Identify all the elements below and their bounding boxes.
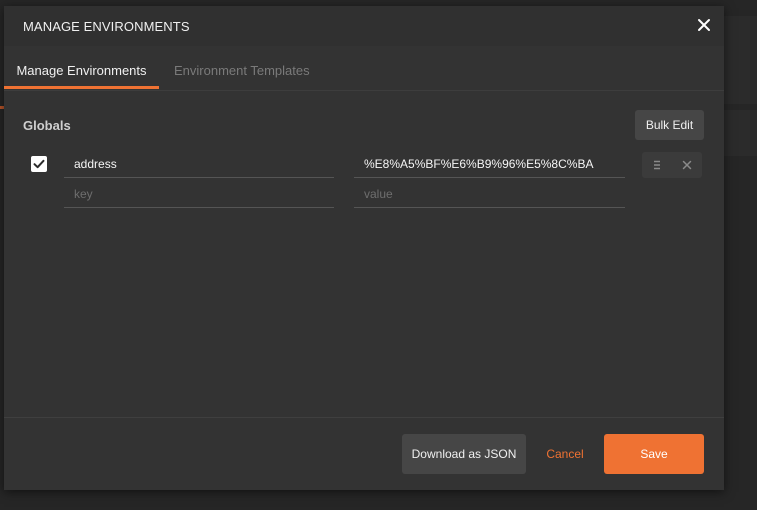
background-panel — [724, 110, 757, 156]
dialog-header: MANAGE ENVIRONMENTS — [4, 6, 724, 46]
dialog-title: MANAGE ENVIRONMENTS — [23, 19, 190, 34]
variable-value-input[interactable]: %E8%A5%BF%E6%B9%96%E5%8C%BA — [354, 151, 625, 178]
save-button[interactable]: Save — [604, 434, 704, 474]
new-key-input[interactable]: key — [64, 181, 334, 208]
tab-environment-templates[interactable]: Environment Templates — [174, 54, 310, 89]
tab-manage-environments[interactable]: Manage Environments — [4, 54, 159, 89]
row-actions — [642, 152, 702, 178]
hamburger-icon[interactable] — [650, 158, 664, 172]
download-json-button[interactable]: Download as JSON — [402, 434, 526, 474]
manage-environments-dialog: MANAGE ENVIRONMENTS Manage Environments … — [4, 6, 724, 490]
variable-enabled-checkbox[interactable] — [31, 156, 47, 172]
bulk-edit-button[interactable]: Bulk Edit — [635, 110, 704, 140]
close-icon[interactable] — [696, 17, 712, 33]
dialog-tabs: Manage Environments Environment Template… — [4, 54, 724, 91]
close-icon[interactable] — [680, 158, 694, 172]
checkmark-icon — [33, 159, 45, 169]
new-value-input[interactable]: value — [354, 181, 625, 208]
footer-divider — [4, 417, 724, 418]
background-panel — [724, 16, 757, 104]
variable-key-input[interactable]: address — [64, 151, 334, 178]
globals-heading: Globals — [23, 118, 71, 133]
cancel-button[interactable]: Cancel — [539, 434, 591, 474]
